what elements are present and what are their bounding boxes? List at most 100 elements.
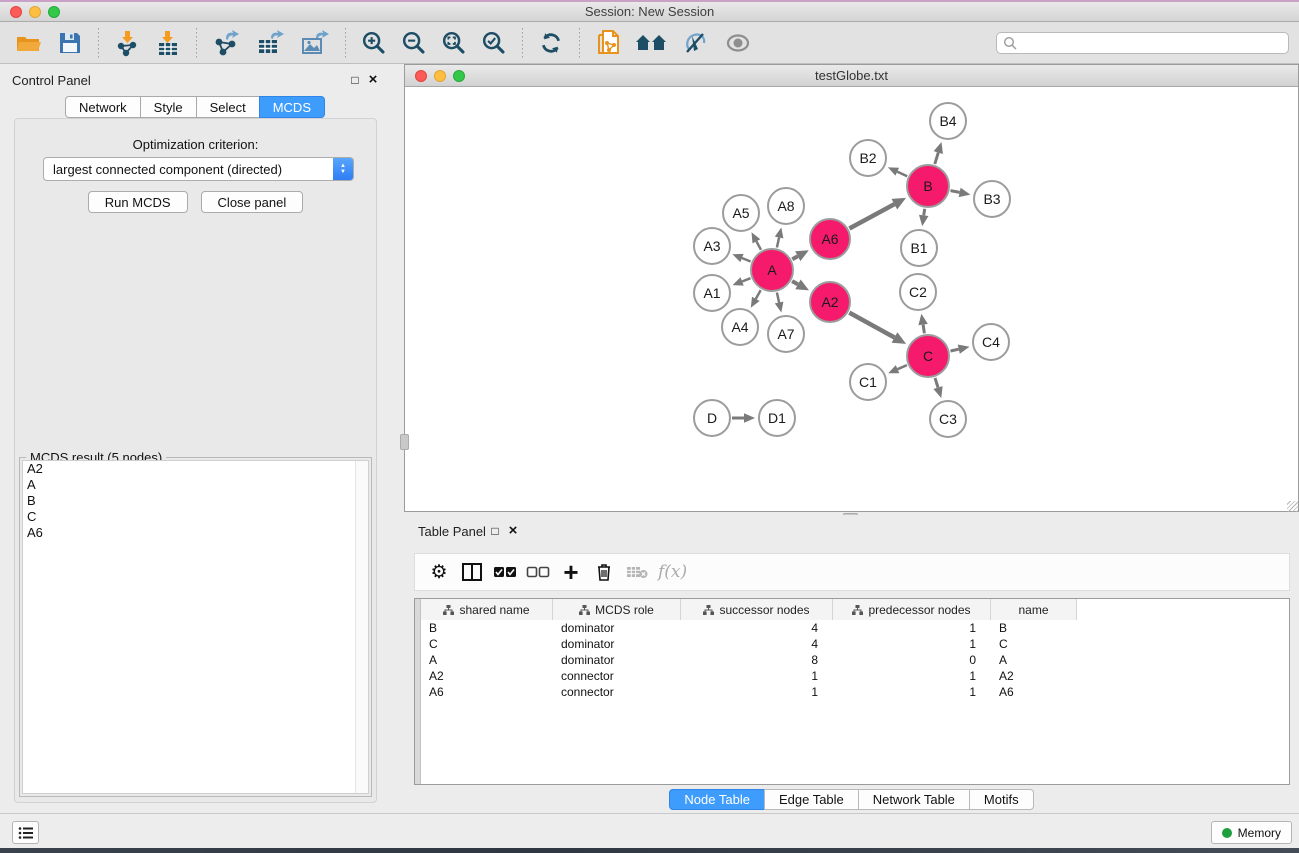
network-minimize-button[interactable]: [434, 70, 446, 82]
run-mcds-button[interactable]: Run MCDS: [88, 191, 188, 213]
open-file-button[interactable]: [13, 28, 45, 58]
zoom-selected-button[interactable]: [479, 28, 509, 58]
graph-node-A8[interactable]: A8: [767, 187, 805, 225]
graph-node-A3[interactable]: A3: [693, 227, 731, 265]
graph-node-A4[interactable]: A4: [721, 308, 759, 346]
close-table-panel-button[interactable]: ×: [504, 523, 522, 539]
home-button[interactable]: [633, 29, 669, 57]
toolbar-separator: [196, 28, 197, 58]
mcds-result-item[interactable]: A2: [23, 461, 368, 477]
fx-icon: f(x): [658, 562, 687, 582]
graph-node-B2[interactable]: B2: [849, 139, 887, 177]
memory-button[interactable]: Memory: [1211, 821, 1292, 844]
mcds-result-item[interactable]: A: [23, 477, 368, 493]
table-row[interactable]: A2connector11A2: [421, 668, 1289, 684]
import-network-button[interactable]: [112, 27, 143, 59]
control-panel-header: Control Panel □ ×: [12, 70, 382, 90]
graph-node-C[interactable]: C: [906, 334, 950, 378]
deselect-all-button[interactable]: [526, 559, 550, 585]
table-options-button[interactable]: ⚙: [427, 559, 451, 585]
close-panel-button-mcds[interactable]: Close panel: [201, 191, 304, 213]
cytoscape-window: Session: New Session: [0, 2, 1299, 848]
network-zoom-button[interactable]: [453, 70, 465, 82]
table-row[interactable]: Cdominator41C: [421, 636, 1289, 652]
task-history-button[interactable]: [12, 821, 39, 844]
graph-node-B[interactable]: B: [906, 164, 950, 208]
minimize-window-button[interactable]: [29, 6, 41, 18]
column-header-MCDS-role[interactable]: MCDS role: [553, 599, 681, 620]
column-header-predecessor-nodes[interactable]: predecessor nodes: [833, 599, 991, 620]
graph-node-A7[interactable]: A7: [767, 315, 805, 353]
save-session-button[interactable]: [55, 28, 85, 58]
graph-node-A5[interactable]: A5: [722, 194, 760, 232]
mcds-result-item[interactable]: A6: [23, 525, 368, 541]
show-hide-graphics-button[interactable]: [721, 29, 755, 57]
graph-node-B3[interactable]: B3: [973, 180, 1011, 218]
hide-annotations-button[interactable]: [679, 28, 711, 58]
graph-node-B4[interactable]: B4: [929, 102, 967, 140]
show-columns-button[interactable]: [460, 559, 484, 585]
network-close-button[interactable]: [415, 70, 427, 82]
graph-node-A2[interactable]: A2: [809, 281, 851, 323]
search-box: [996, 32, 1289, 54]
main-toolbar: [0, 22, 1299, 64]
add-column-button[interactable]: +: [559, 559, 583, 585]
table-cell: A: [991, 652, 1077, 668]
zoom-fit-button[interactable]: [439, 28, 469, 58]
graph-node-C2[interactable]: C2: [899, 273, 937, 311]
graph-node-B1[interactable]: B1: [900, 229, 938, 267]
column-header-shared-name[interactable]: shared name: [421, 599, 553, 620]
export-table-button[interactable]: [254, 27, 288, 59]
tab-style[interactable]: Style: [140, 96, 196, 118]
graph-node-D1[interactable]: D1: [758, 399, 796, 437]
close-panel-button[interactable]: ×: [364, 72, 382, 88]
search-icon: [1003, 36, 1017, 50]
tab-edge-table[interactable]: Edge Table: [764, 789, 858, 810]
optimization-criterion-label: Optimization criterion:: [15, 137, 376, 152]
network-canvas[interactable]: B4 B2 B B3 A8A5 A6 A3 B1 A C2 A1 A2 A4A7 C4 C C1 C3 D D1: [405, 87, 1298, 511]
delete-columns-button[interactable]: [592, 559, 616, 585]
new-network-from-file-button[interactable]: [593, 27, 623, 59]
tab-select[interactable]: Select: [196, 96, 259, 118]
zoom-in-button[interactable]: [359, 28, 389, 58]
graph-node-A6[interactable]: A6: [809, 218, 851, 260]
mcds-result-list[interactable]: A2ABCA6: [22, 460, 369, 794]
pen-slash-icon: [681, 30, 709, 56]
apply-layout-button[interactable]: [536, 28, 566, 58]
result-scrollbar[interactable]: [355, 461, 368, 793]
graph-node-A[interactable]: A: [750, 248, 794, 292]
graph-node-C3[interactable]: C3: [929, 400, 967, 438]
tab-motifs[interactable]: Motifs: [969, 789, 1034, 810]
close-window-button[interactable]: [10, 6, 22, 18]
select-all-button[interactable]: [493, 559, 517, 585]
float-table-panel-button[interactable]: □: [486, 523, 504, 539]
import-table-button[interactable]: [153, 27, 183, 59]
zoom-window-button[interactable]: [48, 6, 60, 18]
delete-table-icon: [626, 565, 648, 579]
table-row[interactable]: Bdominator41B: [421, 620, 1289, 636]
column-header-successor-nodes[interactable]: successor nodes: [681, 599, 833, 620]
criterion-dropdown[interactable]: largest connected component (directed) ▲…: [43, 157, 354, 181]
tab-mcds[interactable]: MCDS: [259, 96, 325, 118]
graph-node-A1[interactable]: A1: [693, 274, 731, 312]
graph-node-C1[interactable]: C1: [849, 363, 887, 401]
table-row[interactable]: Adominator80A: [421, 652, 1289, 668]
graph-node-C4[interactable]: C4: [972, 323, 1010, 361]
network-vertical-scroll-thumb[interactable]: [400, 434, 409, 450]
tab-network[interactable]: Network: [65, 96, 140, 118]
tab-node-table[interactable]: Node Table: [669, 789, 764, 810]
export-network-button[interactable]: [210, 27, 244, 59]
table-row[interactable]: A6connector11A6: [421, 684, 1289, 700]
mcds-result-item[interactable]: B: [23, 493, 368, 509]
export-image-button[interactable]: [298, 27, 332, 59]
column-header-name[interactable]: name: [991, 599, 1077, 620]
tab-network-table[interactable]: Network Table: [858, 789, 969, 810]
network-window-controls: [415, 70, 465, 82]
zoom-out-button[interactable]: [399, 28, 429, 58]
search-input[interactable]: [1021, 36, 1282, 50]
graph-node-D[interactable]: D: [693, 399, 731, 437]
home-icon: [635, 31, 667, 55]
mcds-result-item[interactable]: C: [23, 509, 368, 525]
float-panel-button[interactable]: □: [346, 72, 364, 88]
network-resize-grip[interactable]: [1287, 501, 1298, 512]
